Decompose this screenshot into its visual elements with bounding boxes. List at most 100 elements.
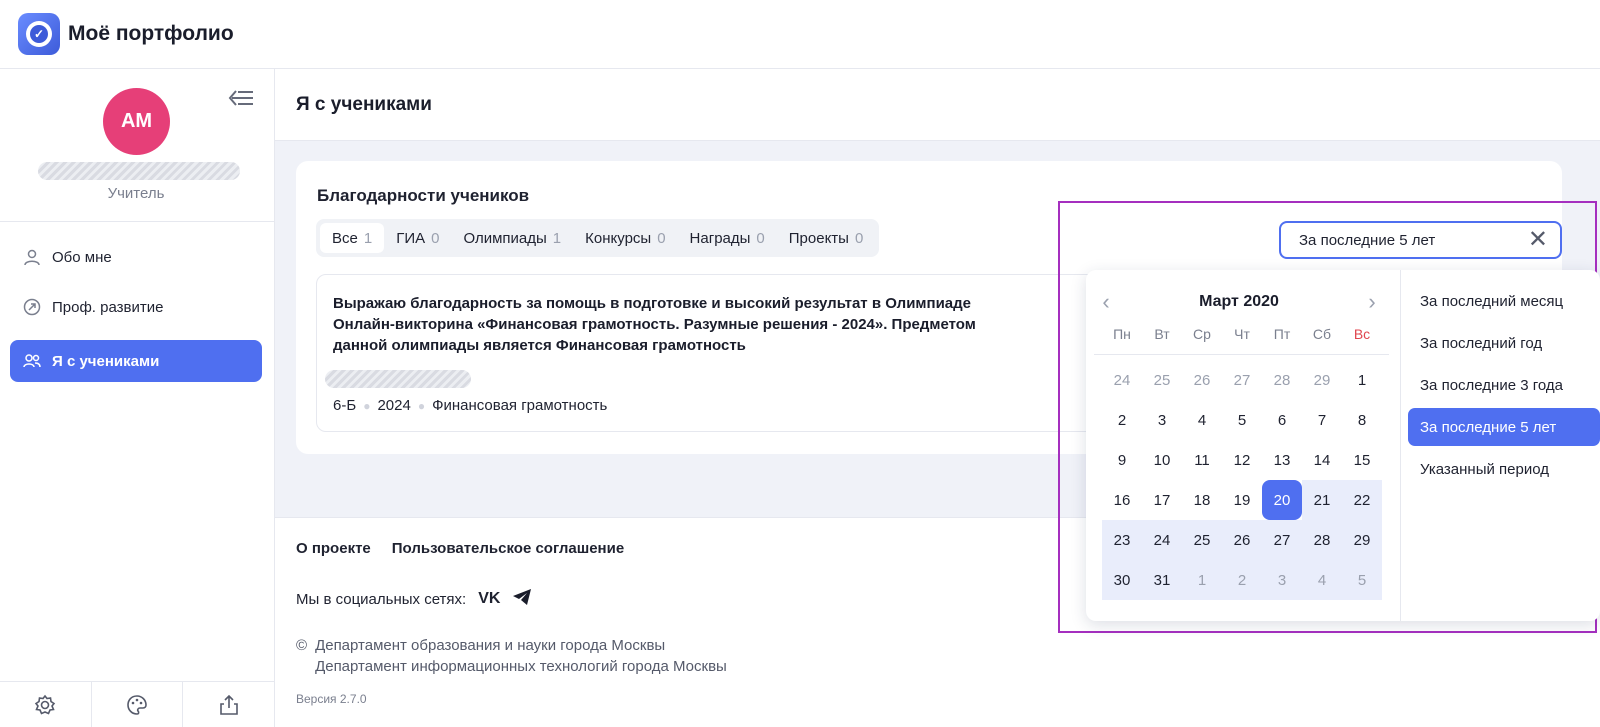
calendar-day[interactable]: 25 (1182, 520, 1222, 560)
calendar-grid: 24 25 26 27 28 29 1 2 3 4 5 6 7 8 9 10 11 12 13 14 15 16 17 18 1… (1102, 360, 1382, 600)
tab-gia[interactable]: ГИА 0 (384, 223, 451, 253)
calendar-day[interactable]: 24 (1142, 520, 1182, 560)
calendar-day[interactable]: 5 (1342, 560, 1382, 600)
calendar-day[interactable]: 20 (1262, 480, 1302, 520)
period-preset-option[interactable]: Указанный период (1408, 450, 1600, 488)
calendar-day[interactable]: 31 (1142, 560, 1182, 600)
period-preset-option[interactable]: За последние 3 года (1408, 366, 1600, 404)
calendar-day[interactable]: 2 (1222, 560, 1262, 600)
calendar-day[interactable]: 10 (1142, 440, 1182, 480)
calendar-day[interactable]: 7 (1302, 400, 1342, 440)
sidebar-footer (0, 681, 274, 727)
palette-icon[interactable] (92, 682, 184, 727)
calendar-day[interactable]: 28 (1302, 520, 1342, 560)
calendar-day[interactable]: 5 (1222, 400, 1262, 440)
calendar-day[interactable]: 21 (1302, 480, 1342, 520)
user-icon (22, 247, 42, 267)
calendar-day[interactable]: 11 (1182, 440, 1222, 480)
period-preset-option[interactable]: За последний месяц (1408, 282, 1600, 320)
weekday-label: Пн (1113, 326, 1131, 342)
social-links: Мы в социальных сетях: VK (296, 588, 532, 610)
calendar-day[interactable]: 6 (1262, 400, 1302, 440)
avatar[interactable]: АМ (103, 88, 170, 155)
calendar-day[interactable]: 4 (1302, 560, 1342, 600)
tab-label: Конкурсы (585, 229, 652, 247)
about-link[interactable]: О проекте (296, 540, 371, 557)
tab-projects[interactable]: Проекты 0 (777, 223, 876, 253)
calendar-week: 24 25 26 27 28 29 1 (1102, 360, 1382, 400)
tab-label: Все (332, 229, 358, 247)
calendar-day[interactable]: 17 (1142, 480, 1182, 520)
calendar-day[interactable]: 24 (1102, 360, 1142, 400)
tab-count: 0 (431, 229, 440, 247)
calendar-day[interactable]: 23 (1102, 520, 1142, 560)
weekday-label: Сб (1312, 326, 1332, 342)
item-subject: Финансовая грамотность (432, 397, 608, 414)
calendar-header: ‹ Март 2020 › (1094, 289, 1384, 315)
calendar-day[interactable]: 2 (1102, 400, 1142, 440)
dept-it: Департамент информационных технологий го… (315, 658, 727, 675)
page-title: Я с учениками (296, 94, 432, 115)
calendar-day[interactable]: 8 (1342, 400, 1382, 440)
separator-dot: ● (417, 398, 426, 413)
share-icon[interactable] (183, 682, 274, 727)
tab-count: 1 (552, 229, 562, 247)
calendar-day[interactable]: 19 (1222, 480, 1262, 520)
calendar-day[interactable]: 14 (1302, 440, 1342, 480)
page-header: Я с учениками (275, 69, 1600, 141)
sidebar-item-label: Я с учениками (52, 352, 160, 370)
period-dropdown: ‹ Март 2020 › Пн Вт Ср Чт Пт Сб Вс 24 25 26 27 28 2… (1086, 270, 1600, 621)
calendar-day[interactable]: 22 (1342, 480, 1382, 520)
calendar-day[interactable]: 16 (1102, 480, 1142, 520)
calendar-month: Март 2020 (1199, 293, 1279, 310)
item-meta: 6-Б ● 2024 ● Финансовая грамотность (333, 397, 607, 414)
social-label: Мы в социальных сетях: (296, 590, 467, 608)
footer-links: О проекте Пользовательское соглашение (296, 540, 624, 557)
calendar-day[interactable]: 26 (1222, 520, 1262, 560)
tab-label: Проекты (788, 229, 849, 247)
separator-dot: ● (363, 398, 371, 413)
sidebar-item-students[interactable]: Я с учениками (10, 340, 262, 382)
tab-contests[interactable]: Конкурсы 0 (573, 223, 677, 253)
collapse-sidebar-icon[interactable] (227, 87, 255, 109)
calendar-day[interactable]: 27 (1262, 520, 1302, 560)
calendar-day[interactable]: 28 (1262, 360, 1302, 400)
agreement-link[interactable]: Пользовательское соглашение (392, 540, 624, 557)
vk-icon[interactable]: VK (478, 590, 500, 608)
calendar-day[interactable]: 15 (1342, 440, 1382, 480)
period-preset-option[interactable]: За последние 5 лет (1408, 408, 1600, 446)
calendar-week: 23 24 25 26 27 28 29 (1102, 520, 1382, 560)
calendar-day[interactable]: 29 (1342, 520, 1382, 560)
calendar-day[interactable]: 27 (1222, 360, 1262, 400)
sidebar-item-label: Проф. развитие (52, 298, 164, 316)
calendar-week: 30 31 1 2 3 4 5 (1102, 560, 1382, 600)
tab-all[interactable]: Все 1 (320, 223, 385, 253)
tab-awards[interactable]: Награды 0 (678, 223, 777, 253)
calendar-day[interactable]: 18 (1182, 480, 1222, 520)
calendar: ‹ Март 2020 › Пн Вт Ср Чт Пт Сб Вс 24 25 26 27 28 2… (1086, 270, 1401, 621)
telegram-icon[interactable] (512, 588, 532, 610)
chevron-left-icon[interactable]: ‹ (1094, 289, 1118, 315)
calendar-day[interactable]: 9 (1102, 440, 1142, 480)
calendar-day[interactable]: 13 (1262, 440, 1302, 480)
calendar-day[interactable]: 4 (1182, 400, 1222, 440)
tab-olympiads[interactable]: Олимпиады 1 (451, 223, 573, 253)
settings-icon[interactable] (0, 682, 92, 727)
app-logo-icon[interactable]: ✓ (18, 13, 60, 55)
calendar-day[interactable]: 3 (1142, 400, 1182, 440)
calendar-day[interactable]: 29 (1302, 360, 1342, 400)
calendar-day[interactable]: 25 (1142, 360, 1182, 400)
calendar-day[interactable]: 12 (1222, 440, 1262, 480)
copyright: © Департамент образования и науки города… (296, 635, 727, 677)
weekday-label: Чт (1234, 326, 1250, 342)
calendar-day[interactable]: 1 (1342, 360, 1382, 400)
calendar-day[interactable]: 1 (1182, 560, 1222, 600)
chevron-right-icon[interactable]: › (1360, 289, 1384, 315)
sidebar-item-prof-development[interactable]: Проф. развитие (10, 286, 262, 328)
period-preset-option[interactable]: За последний год (1408, 324, 1600, 362)
calendar-day[interactable]: 3 (1262, 560, 1302, 600)
sidebar-item-about[interactable]: Обо мне (10, 236, 262, 278)
gratitude-text: Выражаю благодарность за помощь в подгот… (333, 295, 976, 354)
calendar-day[interactable]: 26 (1182, 360, 1222, 400)
calendar-day[interactable]: 30 (1102, 560, 1142, 600)
